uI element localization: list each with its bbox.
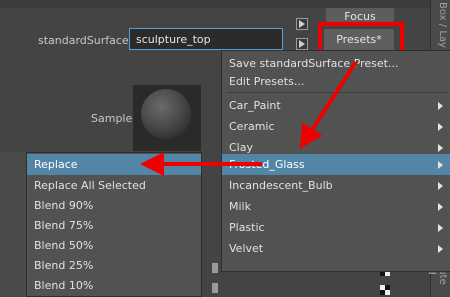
submenu-item-replace-all-selected[interactable]: Replace All Selected xyxy=(27,175,201,196)
sample-label: Sample xyxy=(91,112,133,125)
menu-item-ceramic[interactable]: Ceramic xyxy=(222,116,450,137)
arrow-right-icon xyxy=(299,20,305,28)
slider-row xyxy=(210,283,430,295)
submenu-arrow-icon xyxy=(438,144,443,152)
preset-apply-submenu: Replace Replace All Selected Blend 90% B… xyxy=(26,152,202,297)
side-tab-label: Box / Lay xyxy=(437,2,448,48)
shader-type-label: standardSurface: xyxy=(38,34,133,47)
menu-item-label: Save standardSurface Preset... xyxy=(229,57,399,70)
input-connection-button[interactable] xyxy=(296,18,308,30)
submenu-arrow-icon xyxy=(438,102,443,110)
menu-item-label: Blend 10% xyxy=(34,279,94,292)
menu-item-label: Replace xyxy=(34,158,78,171)
submenu-item-blend-10[interactable]: Blend 10% xyxy=(27,275,201,296)
menu-item-label: Edit Presets... xyxy=(229,75,305,88)
menu-item-frosted-glass[interactable]: Frosted_Glass xyxy=(222,154,450,175)
menu-item-label: Plastic xyxy=(229,221,265,234)
submenu-arrow-icon xyxy=(438,203,443,211)
menu-item-velvet[interactable]: Velvet xyxy=(222,238,450,259)
top-strip xyxy=(0,0,430,8)
submenu-item-replace[interactable]: Replace xyxy=(27,154,201,175)
menu-separator xyxy=(226,92,447,93)
menu-item-label: Car_Paint xyxy=(229,99,281,112)
menu-item-milk[interactable]: Milk xyxy=(222,196,450,217)
submenu-item-blend-25[interactable]: Blend 25% xyxy=(27,255,201,276)
menu-item-label: Blend 50% xyxy=(34,239,94,252)
menu-item-label: Blend 25% xyxy=(34,259,94,272)
menu-item-incandescent-bulb[interactable]: Incandescent_Bulb xyxy=(222,175,450,196)
slider-handle[interactable] xyxy=(212,283,218,293)
menu-item-edit-presets[interactable]: Edit Presets... xyxy=(222,71,450,92)
presets-menu: Save standardSurface Preset... Edit Pres… xyxy=(221,50,450,272)
menu-item-label: Frosted_Glass xyxy=(229,158,305,171)
menu-item-label: Blend 90% xyxy=(34,199,94,212)
submenu-arrow-icon xyxy=(438,224,443,232)
menu-item-label: Replace All Selected xyxy=(34,179,146,192)
arrow-right-icon xyxy=(299,40,305,48)
submenu-arrow-icon xyxy=(438,161,443,169)
submenu-item-blend-75[interactable]: Blend 75% xyxy=(27,215,201,236)
submenu-item-blend-50[interactable]: Blend 50% xyxy=(27,235,201,256)
menu-item-label: Milk xyxy=(229,200,251,213)
menu-item-label: Blend 75% xyxy=(34,219,94,232)
submenu-arrow-icon xyxy=(438,123,443,131)
submenu-arrow-icon xyxy=(438,182,443,190)
material-sphere-preview xyxy=(141,89,191,139)
menu-item-label: Ceramic xyxy=(229,120,275,133)
submenu-item-blend-90[interactable]: Blend 90% xyxy=(27,195,201,216)
menu-item-label: Velvet xyxy=(229,242,264,255)
submenu-arrow-icon xyxy=(438,245,443,253)
background-region xyxy=(0,152,26,297)
menu-item-plastic[interactable]: Plastic xyxy=(222,217,450,238)
menu-item-car-paint[interactable]: Car_Paint xyxy=(222,95,450,116)
menu-item-label: Clay xyxy=(229,141,253,154)
shader-name-field[interactable] xyxy=(129,28,283,50)
output-connection-button[interactable] xyxy=(296,38,308,50)
slider-handle[interactable] xyxy=(212,263,218,273)
menu-item-label: Incandescent_Bulb xyxy=(229,179,333,192)
checker-icon xyxy=(380,285,390,295)
